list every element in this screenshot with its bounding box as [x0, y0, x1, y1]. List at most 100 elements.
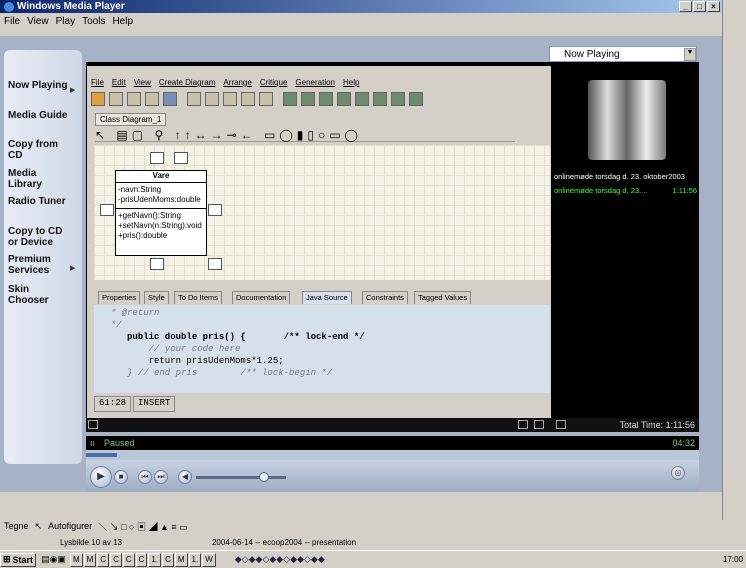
- arrow-tools-icon[interactable]: ↑↑↔→⊸←: [175, 128, 257, 142]
- app-menu-critique[interactable]: Critique: [260, 78, 288, 87]
- previous-button[interactable]: ⏮: [138, 470, 152, 484]
- shape-tools-icon[interactable]: ▭◯▮▯○▭◯: [264, 128, 362, 142]
- view-icon[interactable]: [556, 420, 566, 429]
- tab-constraints[interactable]: Constraints: [362, 291, 408, 304]
- diagram-icon[interactable]: [391, 92, 405, 106]
- cut-icon[interactable]: [223, 92, 237, 106]
- taskbar-item[interactable]: C: [97, 552, 110, 567]
- taskbar-item[interactable]: W: [202, 552, 216, 567]
- print-icon[interactable]: [145, 92, 159, 106]
- close-button[interactable]: ×: [707, 1, 720, 12]
- paste-icon[interactable]: [259, 92, 273, 106]
- app-menu-help[interactable]: Help: [343, 78, 359, 87]
- taskbar-item[interactable]: C: [110, 552, 122, 567]
- handle-icon[interactable]: [174, 152, 188, 164]
- app-menu-view[interactable]: View: [134, 78, 151, 87]
- app-menu-arrange[interactable]: Arrange: [223, 78, 251, 87]
- shuffle-button[interactable]: ◎: [671, 466, 685, 480]
- diagram-icon[interactable]: [301, 92, 315, 106]
- operation[interactable]: +pris():double: [118, 231, 204, 241]
- class-tool-icon[interactable]: ▤▢: [116, 128, 147, 142]
- taskbar-item[interactable]: 1.: [148, 552, 162, 567]
- diagram-icon[interactable]: [373, 92, 387, 106]
- tab-properties[interactable]: Properties: [98, 291, 141, 304]
- select-arrow-icon[interactable]: ↖: [35, 521, 43, 532]
- operation[interactable]: +getNavn():String: [118, 211, 204, 221]
- view-icon[interactable]: [534, 420, 544, 429]
- handle-icon[interactable]: [100, 204, 114, 216]
- sidebar-item-copy-to-cd[interactable]: Copy to CD or Device: [8, 226, 72, 248]
- playlist-item[interactable]: onlinemøde torsdag d. 23.... 1:11:56: [554, 186, 697, 195]
- sidebar-item-media-guide[interactable]: Media Guide: [8, 110, 72, 121]
- redo-icon[interactable]: [205, 92, 219, 106]
- tab-java-source[interactable]: Java Source: [302, 291, 352, 304]
- menu-tools[interactable]: Tools: [82, 16, 105, 27]
- menu-file[interactable]: File: [4, 16, 20, 27]
- diagram-icon[interactable]: [355, 92, 369, 106]
- select-arrow-icon[interactable]: ↖: [95, 128, 109, 142]
- handle-icon[interactable]: [150, 258, 164, 270]
- taskbar-item[interactable]: C: [162, 552, 174, 567]
- tab-tagged-values[interactable]: Tagged Values: [414, 291, 472, 304]
- sidebar-item-premium-services[interactable]: Premium Services: [8, 254, 72, 276]
- taskbar-item[interactable]: M: [83, 552, 97, 567]
- copy-icon[interactable]: [241, 92, 255, 106]
- actor-icon[interactable]: ⚲: [154, 128, 167, 142]
- uml-class-vare[interactable]: Vare -navn:String -prisUdenMoms:double +…: [115, 170, 207, 256]
- app-menu-generation[interactable]: Generation: [295, 78, 335, 87]
- volume-knob[interactable]: [259, 472, 269, 482]
- handle-icon[interactable]: [150, 152, 164, 164]
- play-button[interactable]: ▶: [90, 466, 112, 488]
- start-button[interactable]: ⊞ Start: [0, 552, 37, 567]
- sidebar-item-skin-chooser[interactable]: Skin Chooser: [8, 284, 72, 306]
- diagram-icon[interactable]: [283, 92, 297, 106]
- volume-slider[interactable]: [196, 472, 286, 482]
- tab-todo-items[interactable]: To Do Items: [174, 291, 223, 304]
- taskbar-item[interactable]: 1.: [188, 552, 202, 567]
- attribute[interactable]: -prisUdenMoms:double: [118, 195, 204, 205]
- stop-button[interactable]: ■: [114, 470, 128, 484]
- next-button[interactable]: ⏭: [154, 470, 168, 484]
- taskbar-item[interactable]: C: [122, 552, 135, 567]
- tab-class-diagram[interactable]: Class Diagram_1: [95, 113, 167, 126]
- tab-documentation[interactable]: Documentation: [232, 291, 291, 304]
- tool-icon[interactable]: [163, 92, 177, 106]
- sidebar-item-media-library[interactable]: Media Library: [8, 168, 72, 190]
- app-menu-file[interactable]: File: [91, 78, 104, 87]
- handle-icon[interactable]: [208, 258, 222, 270]
- view-icon[interactable]: [88, 420, 98, 429]
- now-playing-dropdown[interactable]: Now Playing ▼: [549, 46, 697, 62]
- new-icon[interactable]: [91, 92, 105, 106]
- minimize-button[interactable]: _: [679, 1, 692, 12]
- open-icon[interactable]: [109, 92, 123, 106]
- draw-menu[interactable]: Tegne: [4, 521, 29, 531]
- sidebar-item-copy-from-cd[interactable]: Copy from CD: [8, 139, 72, 161]
- handle-icon[interactable]: [208, 204, 222, 216]
- attribute[interactable]: -navn:String: [118, 185, 204, 195]
- taskbar-item[interactable]: C: [135, 552, 148, 567]
- app-menu-edit[interactable]: Edit: [112, 78, 126, 87]
- diagram-icon[interactable]: [337, 92, 351, 106]
- diagram-icon[interactable]: [319, 92, 333, 106]
- tab-style[interactable]: Style: [144, 291, 169, 304]
- autoshapes-menu[interactable]: Autofigurer: [48, 521, 92, 531]
- menu-play[interactable]: Play: [56, 16, 75, 27]
- sidebar-item-radio-tuner[interactable]: Radio Tuner: [8, 196, 72, 207]
- mute-button[interactable]: ◀: [178, 470, 192, 484]
- seek-bar[interactable]: [86, 450, 699, 460]
- undo-icon[interactable]: [187, 92, 201, 106]
- view-icon[interactable]: [518, 420, 528, 429]
- diagram-icon[interactable]: [409, 92, 423, 106]
- sidebar-item-now-playing[interactable]: Now Playing: [8, 80, 72, 91]
- java-source-editor[interactable]: * @return */ public double pris() { /** …: [94, 305, 550, 393]
- taskbar-item[interactable]: M: [174, 552, 188, 567]
- maximize-button[interactable]: □: [693, 1, 706, 12]
- draw-tools-icon[interactable]: ＼ ↘ □ ○ ▣ ◢ ▲ ≡ ▭: [98, 520, 188, 533]
- menu-view[interactable]: View: [27, 16, 49, 27]
- menu-help[interactable]: Help: [112, 16, 133, 27]
- quick-launch-icon[interactable]: ▤◉▣: [41, 554, 66, 565]
- save-icon[interactable]: [127, 92, 141, 106]
- taskbar-item[interactable]: M: [69, 552, 83, 567]
- operation[interactable]: +setNavn(n:String):void: [118, 221, 204, 231]
- app-menu-create-diagram[interactable]: Create Diagram: [159, 78, 215, 87]
